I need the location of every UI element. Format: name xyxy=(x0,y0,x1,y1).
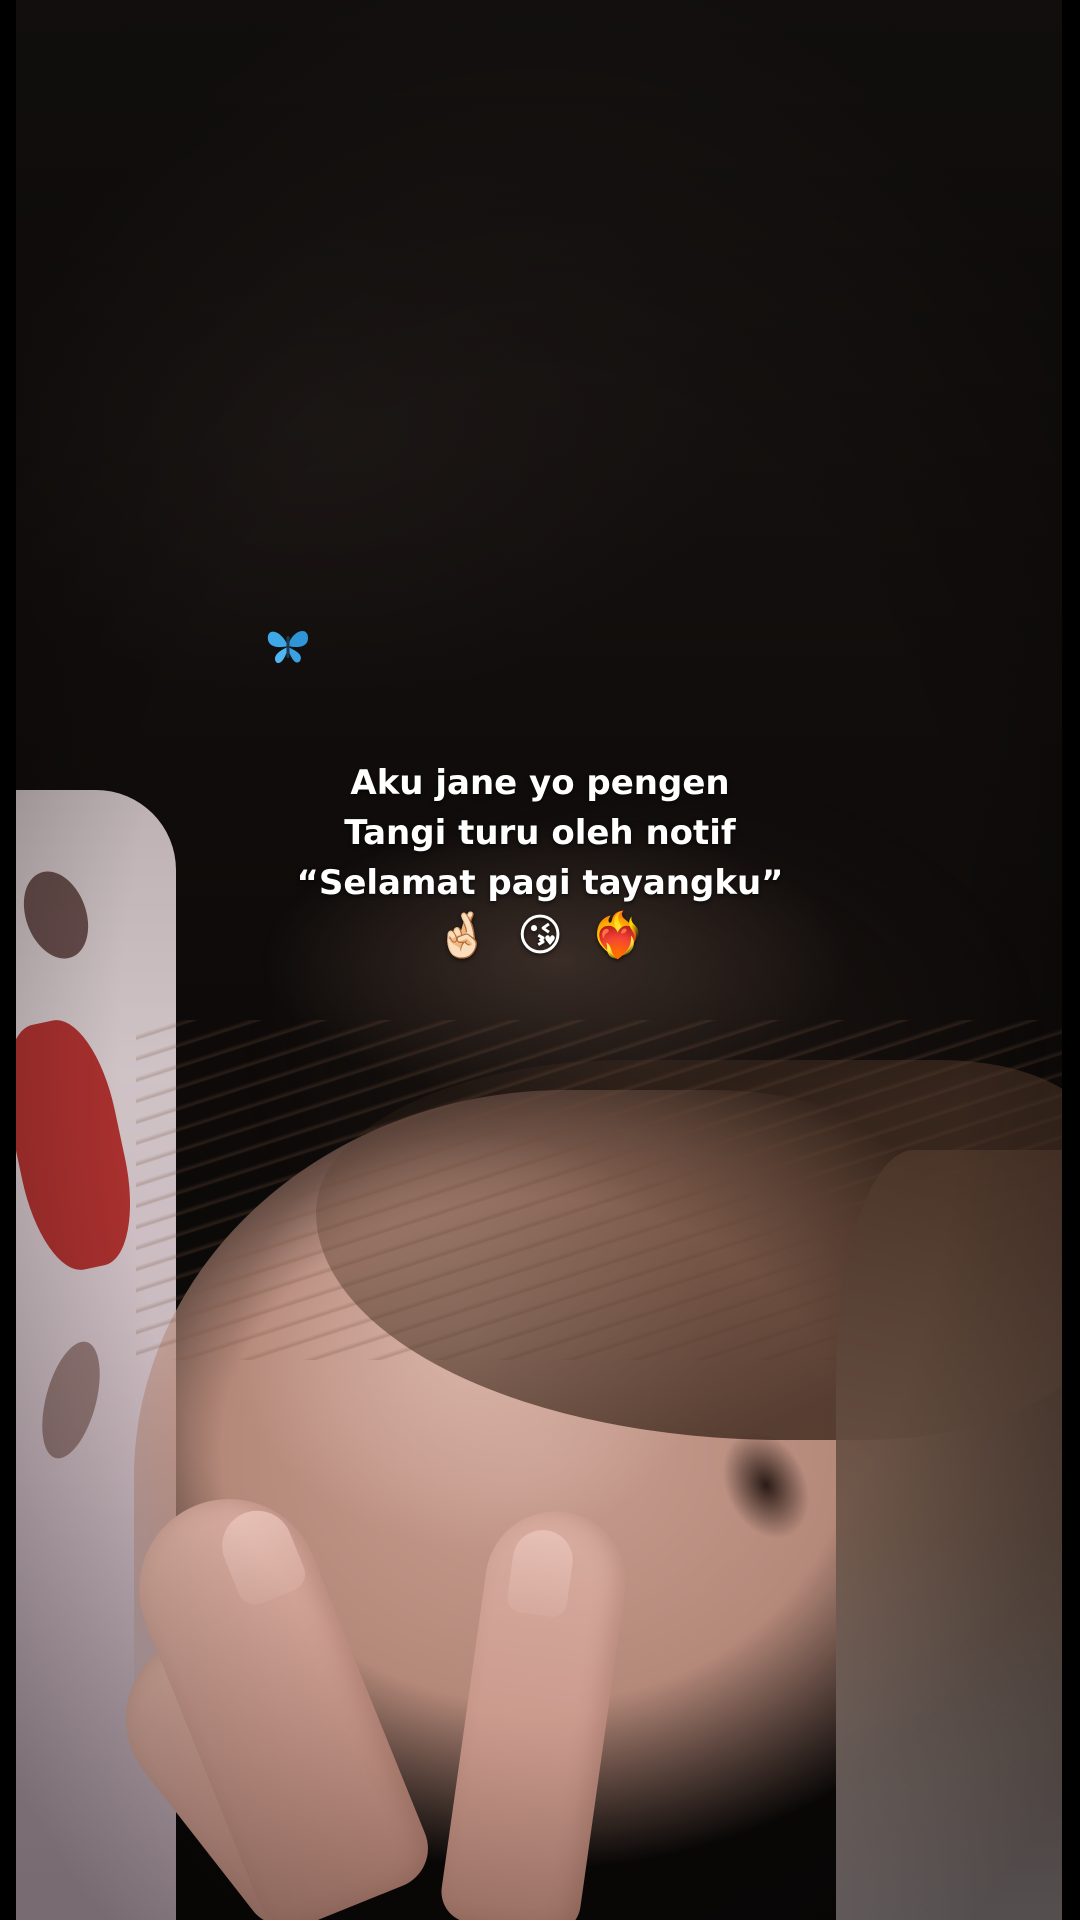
heart-on-fire-emoji: ❤️‍🔥 xyxy=(590,910,646,961)
photo-side-hair xyxy=(836,1150,1062,1920)
story-view: Aku jane yo pengen Tangi turu oleh notif… xyxy=(0,0,1080,1920)
kissing-face-emoji: 😘 xyxy=(517,910,563,961)
crossed-fingers-emoji: 🤞🏻 xyxy=(434,910,490,961)
caption-emoji-row: 🤞🏻 😘 ❤️‍🔥 xyxy=(160,908,920,964)
frame-border-left xyxy=(0,0,16,1920)
butterfly-icon xyxy=(267,631,308,664)
caption-line-3: “Selamat pagi tayangku” xyxy=(296,863,784,903)
frame-border-right xyxy=(1062,0,1080,1920)
caption-line-2: Tangi turu oleh notif xyxy=(344,813,736,853)
caption-text-block: Aku jane yo pengen Tangi turu oleh notif… xyxy=(160,758,920,964)
photo-hand xyxy=(91,1470,686,1920)
caption-line-1: Aku jane yo pengen xyxy=(350,763,730,803)
